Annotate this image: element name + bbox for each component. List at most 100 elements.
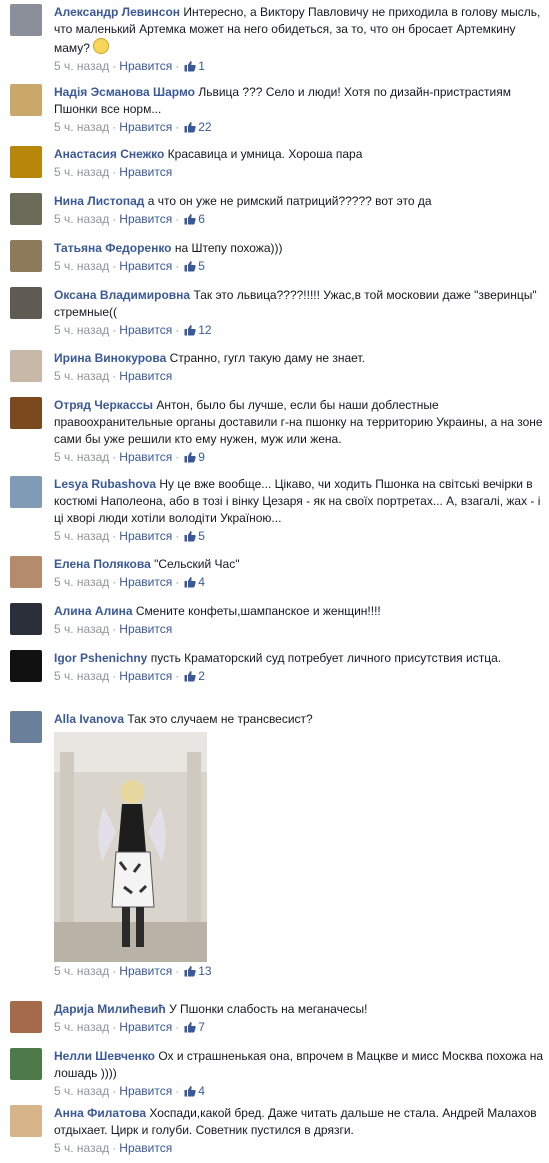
- timestamp[interactable]: 5 ч. назад: [54, 1141, 109, 1155]
- thumbs-up-icon[interactable]: [184, 121, 196, 133]
- avatar[interactable]: [10, 287, 42, 319]
- comment-author[interactable]: Alla Ivanova: [54, 712, 124, 726]
- avatar[interactable]: [10, 397, 42, 429]
- timestamp[interactable]: 5 ч. назад: [54, 165, 109, 179]
- comment-author[interactable]: Lesya Rubashova: [54, 477, 156, 491]
- avatar[interactable]: [10, 603, 42, 635]
- like-button[interactable]: Нравится: [119, 575, 172, 589]
- comment-author[interactable]: Ирина Винокурова: [54, 351, 166, 365]
- comment-body: Анна Филатова Хоспади,какой бред. Даже ч…: [54, 1105, 545, 1157]
- like-button[interactable]: Нравится: [119, 259, 172, 273]
- like-count[interactable]: 7: [198, 1020, 205, 1034]
- timestamp[interactable]: 5 ч. назад: [54, 212, 109, 226]
- like-count[interactable]: 1: [198, 59, 205, 73]
- avatar[interactable]: [10, 556, 42, 588]
- timestamp[interactable]: 5 ч. назад: [54, 1084, 109, 1098]
- comment-author[interactable]: Оксана Владимировна: [54, 288, 190, 302]
- thumbs-up-icon[interactable]: [184, 576, 196, 588]
- comment-text: Так это случаем не трансвесист?: [127, 712, 313, 726]
- like-count[interactable]: 12: [198, 323, 211, 337]
- separator: ·: [175, 120, 180, 134]
- like-count[interactable]: 5: [198, 259, 205, 273]
- like-button[interactable]: Нравится: [119, 1084, 172, 1098]
- thumbs-up-icon[interactable]: [184, 530, 196, 542]
- avatar[interactable]: [10, 1048, 42, 1080]
- like-button[interactable]: Нравится: [119, 450, 172, 464]
- avatar[interactable]: [10, 476, 42, 508]
- comment-author[interactable]: Нелли Шевченко: [54, 1049, 155, 1063]
- like-button[interactable]: Нравится: [119, 165, 172, 179]
- avatar[interactable]: [10, 1001, 42, 1033]
- like-button[interactable]: Нравится: [119, 212, 172, 226]
- comment-author[interactable]: Нина Листопад: [54, 194, 144, 208]
- thumbs-up-icon[interactable]: [184, 965, 196, 977]
- comment-author[interactable]: Дарија Милићевић: [54, 1002, 166, 1016]
- like-button[interactable]: Нравится: [119, 669, 172, 683]
- avatar[interactable]: [10, 146, 42, 178]
- avatar[interactable]: [10, 240, 42, 272]
- timestamp[interactable]: 5 ч. назад: [54, 259, 109, 273]
- timestamp[interactable]: 5 ч. назад: [54, 575, 109, 589]
- comment-meta: 5 ч. назад · Нравится: [54, 164, 545, 181]
- comment-author[interactable]: Igor Pshenichny: [54, 651, 147, 665]
- like-button[interactable]: Нравится: [119, 1020, 172, 1034]
- timestamp[interactable]: 5 ч. назад: [54, 120, 109, 134]
- thumbs-up-icon[interactable]: [184, 670, 196, 682]
- like-button[interactable]: Нравится: [119, 59, 172, 73]
- separator: ·: [112, 323, 117, 337]
- comment-author[interactable]: Татьяна Федоренко: [54, 241, 172, 255]
- timestamp[interactable]: 5 ч. назад: [54, 529, 109, 543]
- thumbs-up-icon[interactable]: [184, 1021, 196, 1033]
- like-count[interactable]: 22: [198, 120, 211, 134]
- like-count[interactable]: 4: [198, 1084, 205, 1098]
- avatar[interactable]: [10, 193, 42, 225]
- comment-author[interactable]: Алина Алина: [54, 604, 133, 618]
- timestamp[interactable]: 5 ч. назад: [54, 1020, 109, 1034]
- like-button[interactable]: Нравится: [119, 622, 172, 636]
- avatar[interactable]: [10, 1105, 42, 1137]
- comment-author[interactable]: Надія Эсманова Шармо: [54, 85, 195, 99]
- comment-author[interactable]: Отряд Черкассы: [54, 398, 153, 412]
- comment-photo[interactable]: [54, 732, 207, 962]
- separator: ·: [175, 259, 180, 273]
- comment-meta: 5 ч. назад · Нравится · 2: [54, 668, 545, 685]
- like-count[interactable]: 2: [198, 669, 205, 683]
- like-count[interactable]: 5: [198, 529, 205, 543]
- avatar[interactable]: [10, 84, 42, 116]
- thumbs-up-icon[interactable]: [184, 1085, 196, 1097]
- comment-body: Елена Полякова "Сельский Час" 5 ч. назад ·…: [54, 556, 545, 591]
- thumbs-up-icon[interactable]: [184, 213, 196, 225]
- like-count[interactable]: 4: [198, 575, 205, 589]
- like-button[interactable]: Нравится: [119, 529, 172, 543]
- comment-meta: 5 ч. назад · Нравится: [54, 621, 545, 638]
- timestamp[interactable]: 5 ч. назад: [54, 622, 109, 636]
- like-button[interactable]: Нравится: [119, 1141, 172, 1155]
- like-button[interactable]: Нравится: [119, 120, 172, 134]
- comment-author[interactable]: Анна Филатова: [54, 1106, 146, 1120]
- thumbs-up-icon[interactable]: [184, 451, 196, 463]
- timestamp[interactable]: 5 ч. назад: [54, 450, 109, 464]
- like-button[interactable]: Нравится: [119, 964, 172, 978]
- comment-author[interactable]: Александр Левинсон: [54, 5, 180, 19]
- avatar[interactable]: [10, 4, 42, 36]
- comment-author[interactable]: Анастасия Снежко: [54, 147, 164, 161]
- like-count[interactable]: 13: [198, 964, 211, 978]
- thumbs-up-icon[interactable]: [184, 324, 196, 336]
- timestamp[interactable]: 5 ч. назад: [54, 669, 109, 683]
- avatar[interactable]: [10, 711, 42, 743]
- like-count[interactable]: 9: [198, 450, 205, 464]
- timestamp[interactable]: 5 ч. назад: [54, 369, 109, 383]
- avatar[interactable]: [10, 350, 42, 382]
- timestamp[interactable]: 5 ч. назад: [54, 964, 109, 978]
- like-count[interactable]: 6: [198, 212, 205, 226]
- thumbs-up-icon[interactable]: [184, 260, 196, 272]
- avatar[interactable]: [10, 650, 42, 682]
- comment-body: Lesya Rubashova Ну це вже вообще... Ціка…: [54, 476, 545, 545]
- timestamp[interactable]: 5 ч. назад: [54, 59, 109, 73]
- timestamp[interactable]: 5 ч. назад: [54, 323, 109, 337]
- comment-meta: 5 ч. назад · Нравится: [54, 368, 545, 385]
- like-button[interactable]: Нравится: [119, 369, 172, 383]
- thumbs-up-icon[interactable]: [184, 60, 196, 72]
- comment-author[interactable]: Елена Полякова: [54, 557, 151, 571]
- like-button[interactable]: Нравится: [119, 323, 172, 337]
